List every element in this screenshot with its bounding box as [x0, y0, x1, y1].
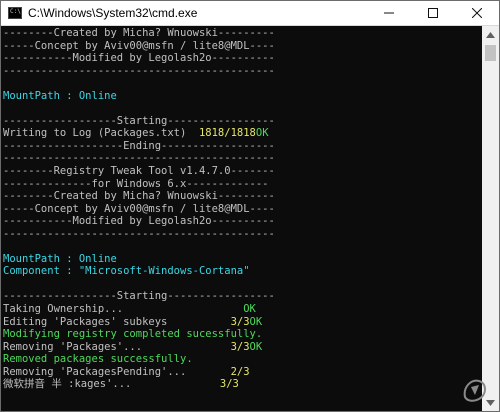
cmd-app-icon-label: C:\: [10, 8, 21, 15]
console-line: --------Created by Micha? Wnuowski------…: [3, 190, 482, 203]
console-text: OK: [249, 315, 263, 328]
console-text: ----------------------------------------…: [3, 227, 275, 240]
console-line: Editing 'Packages' subkeys 3/3OK: [3, 316, 482, 329]
scroll-thumb[interactable]: [485, 45, 496, 61]
console-text: ----------------------------------------…: [3, 152, 275, 165]
console-text: 3/3: [230, 340, 250, 353]
console-line: Removing 'PackagesPending'... 2/3: [3, 366, 482, 379]
console-line: -----------Modified by Legolash2o-------…: [3, 52, 482, 65]
minimize-button[interactable]: [367, 1, 411, 25]
console-line: MountPath : Online: [3, 90, 482, 103]
console-line: -----Concept by Aviv00@msfn / lite8@MDL-…: [3, 40, 482, 53]
vertical-scrollbar[interactable]: [482, 26, 499, 411]
console-line: --------------for Windows 6.x-----------…: [3, 178, 482, 191]
console-text: Removed packages successfully.: [3, 353, 193, 366]
console-text: ----------------------------------------…: [3, 64, 275, 77]
console-text: OK: [255, 127, 269, 140]
console-text: 3/3: [230, 315, 250, 328]
console-line: Component : "Microsoft-Windows-Cortana": [3, 265, 482, 278]
console-line: ----------------------------------------…: [3, 65, 482, 78]
console-text: MountPath : Online: [3, 252, 117, 265]
console-text: 微软拼音 半 :kages'...: [3, 378, 220, 391]
console-line: ------------------Starting--------------…: [3, 290, 482, 303]
console-line: Removing 'Packages'... 3/3OK: [3, 341, 482, 354]
console-text: OK: [249, 340, 263, 353]
console-text: --------Created by Micha? Wnuowski------…: [3, 27, 275, 39]
cmd-app-icon: C:\: [8, 7, 22, 19]
close-button[interactable]: [455, 1, 499, 25]
scroll-up-button[interactable]: [482, 26, 499, 43]
close-icon: [472, 8, 482, 18]
console-text: Removing 'Packages'...: [3, 340, 231, 353]
console-text: Removing 'PackagesPending'...: [3, 365, 231, 378]
console-text: -----Concept by Aviv00@msfn / lite8@MDL-…: [3, 202, 275, 215]
console-line: Modifying registry completed sucessfully…: [3, 328, 482, 341]
console-text: 1818/1818: [198, 127, 256, 140]
console-line: ----------------------------------------…: [3, 228, 482, 241]
console-line: -------------------Ending---------------…: [3, 140, 482, 153]
minimize-icon: [384, 12, 394, 14]
console-line: --------Registry Tweak Tool v1.4.7.0----…: [3, 165, 482, 178]
console-text: -----Concept by Aviv00@msfn / lite8@MDL-…: [3, 39, 275, 52]
console-text: Editing 'Packages' subkeys: [3, 315, 231, 328]
console-text: -----------Modified by Legolash2o-------…: [3, 52, 275, 65]
console-line: 微软拼音 半 :kages'... 3/3: [3, 378, 482, 391]
cmd-window: C:\ C:\Windows\System32\cmd.exe --------…: [0, 0, 500, 412]
console-text: MountPath : Online: [3, 89, 117, 102]
console-text: 3/3: [219, 378, 239, 391]
console-text: ------------------Starting--------------…: [3, 290, 275, 303]
console-line: ------------------Starting--------------…: [3, 115, 482, 128]
console-text: --------Created by Micha? Wnuowski------…: [3, 190, 275, 203]
chevron-up-icon: [486, 31, 495, 38]
console-text: Writing to Log (Packages.txt): [3, 127, 199, 140]
console-text: ------------------Starting--------------…: [3, 114, 275, 127]
console-text: Modifying registry completed sucessfully…: [3, 328, 263, 341]
console-text: 2/3: [230, 365, 250, 378]
title-bar[interactable]: C:\ C:\Windows\System32\cmd.exe: [1, 1, 499, 26]
console-text: --------Registry Tweak Tool v1.4.7.0----…: [3, 165, 275, 178]
console-text: -------------------Ending---------------…: [3, 139, 275, 152]
console-text: OK: [243, 303, 256, 316]
maximize-button[interactable]: [411, 1, 455, 25]
console-output[interactable]: --------Created by Micha? Wnuowski------…: [1, 26, 482, 411]
console-line: Taking Ownership... OK: [3, 303, 482, 316]
console-text: Component : "Microsoft-Windows-Cortana": [3, 265, 250, 278]
console-line: --------Created by Micha? Wnuowski------…: [3, 27, 482, 40]
console-text: --------------for Windows 6.x-----------…: [3, 177, 269, 190]
window-title: C:\Windows\System32\cmd.exe: [28, 6, 198, 20]
watermark-logo-icon: [463, 379, 486, 402]
console-line: Writing to Log (Packages.txt) 1818/1818O…: [3, 127, 482, 140]
console-line: MountPath : Online: [3, 253, 482, 266]
maximize-icon: [428, 8, 438, 18]
console-text: Taking Ownership...: [3, 303, 244, 316]
console-text: -----------Modified by Legolash2o-------…: [3, 215, 275, 228]
console-line: -----------Modified by Legolash2o-------…: [3, 215, 482, 228]
console-line: -----Concept by Aviv00@msfn / lite8@MDL-…: [3, 203, 482, 216]
console-line: ----------------------------------------…: [3, 152, 482, 165]
console-line: Removed packages successfully.: [3, 353, 482, 366]
